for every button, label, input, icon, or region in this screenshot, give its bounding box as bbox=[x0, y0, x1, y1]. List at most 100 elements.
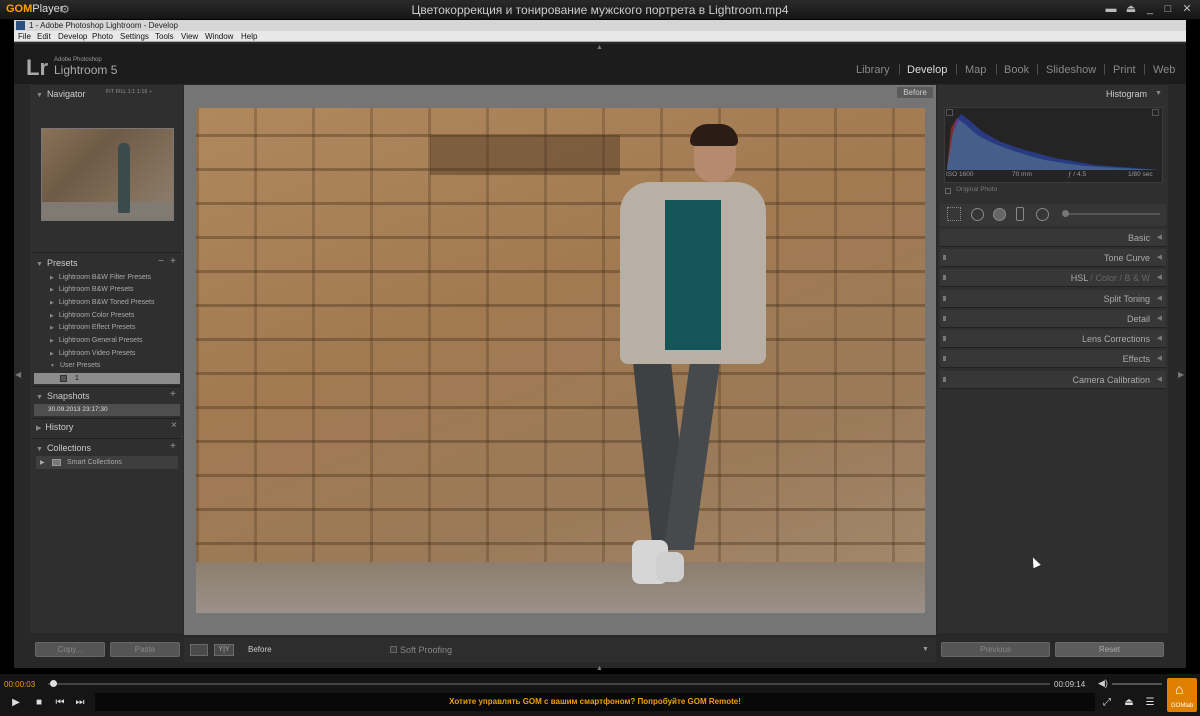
histogram-panel-header[interactable]: Histogram bbox=[1106, 89, 1147, 99]
iso-value: ISO 1600 bbox=[946, 171, 974, 178]
spot-removal-icon[interactable] bbox=[971, 208, 984, 221]
clear-history-button[interactable]: × bbox=[171, 420, 177, 431]
basic-section[interactable]: Basic ◀ bbox=[940, 229, 1166, 247]
graduated-filter-icon[interactable] bbox=[1016, 207, 1024, 221]
maximize-icon[interactable]: □ bbox=[1159, 2, 1177, 17]
navigator-zoom-options[interactable]: FIT FILL 1:1 1:16 ÷ bbox=[106, 89, 152, 95]
remove-preset-button[interactable]: − bbox=[158, 256, 164, 267]
soft-proofing-checkbox[interactable] bbox=[390, 646, 397, 653]
collapse-icon[interactable]: ▼ bbox=[1155, 90, 1162, 97]
panel-switch-icon[interactable] bbox=[943, 296, 946, 301]
eject-icon[interactable]: ⏏ bbox=[1122, 697, 1136, 709]
camera-calibration-section[interactable]: Camera Calibration ◀ bbox=[940, 371, 1166, 389]
volume-slider[interactable] bbox=[1112, 683, 1162, 685]
shadow-clipping-icon[interactable] bbox=[946, 109, 953, 116]
gear-icon[interactable]: ⚙ bbox=[60, 3, 70, 16]
snapshots-panel-header[interactable]: ▼ Snapshots bbox=[36, 389, 89, 403]
preset-folder[interactable]: ▶ Lightroom B&W Presets bbox=[50, 284, 134, 296]
effects-section[interactable]: Effects ◀ bbox=[940, 350, 1166, 368]
volume-icon[interactable]: ◀) bbox=[1098, 678, 1108, 689]
menu-view[interactable]: View bbox=[181, 31, 198, 42]
menu-tools[interactable]: Tools bbox=[155, 31, 174, 42]
panel-switch-icon[interactable] bbox=[943, 377, 946, 382]
top-panel-toggle-icon[interactable]: ▲ bbox=[596, 44, 603, 51]
history-panel-header[interactable]: ▶ History bbox=[36, 420, 73, 434]
playlist-icon[interactable]: ☰ bbox=[1143, 697, 1157, 709]
highlight-clipping-icon[interactable] bbox=[1152, 109, 1159, 116]
preset-folder[interactable]: ▶ Lightroom Video Presets bbox=[50, 348, 135, 360]
play-icon[interactable]: ▶ bbox=[9, 697, 23, 709]
copy-button[interactable]: Copy... bbox=[35, 642, 105, 657]
add-snapshot-button[interactable]: + bbox=[170, 389, 176, 400]
previous-track-icon[interactable]: ⏮ bbox=[53, 697, 67, 709]
toolbar-options-icon[interactable]: ▼ bbox=[922, 646, 929, 653]
module-develop[interactable]: Develop bbox=[907, 64, 947, 76]
seek-bar[interactable] bbox=[48, 683, 1050, 685]
add-preset-button[interactable]: + bbox=[170, 256, 176, 267]
menu-icon[interactable]: ▬ bbox=[1102, 2, 1120, 17]
adjustment-brush-slider[interactable] bbox=[1064, 213, 1160, 215]
navigator-panel-header[interactable]: ▼ Navigator bbox=[36, 87, 85, 101]
close-icon[interactable]: ✕ bbox=[1178, 2, 1196, 17]
left-panel-toggle-icon[interactable]: ◀ bbox=[15, 370, 21, 379]
portrait-photo[interactable] bbox=[196, 108, 925, 613]
color-tab[interactable]: Color bbox=[1095, 273, 1117, 283]
panel-switch-icon[interactable] bbox=[943, 316, 946, 321]
module-library[interactable]: Library bbox=[856, 64, 890, 76]
bw-tab[interactable]: B & W bbox=[1124, 273, 1150, 283]
module-web[interactable]: Web bbox=[1153, 64, 1175, 76]
previous-button[interactable]: Previous bbox=[941, 642, 1050, 657]
loupe-view-button[interactable] bbox=[190, 644, 208, 656]
menu-file[interactable]: File bbox=[18, 31, 31, 42]
red-eye-icon[interactable] bbox=[993, 208, 1006, 221]
split-toning-section[interactable]: Split Toning ◀ bbox=[940, 290, 1166, 308]
reset-button[interactable]: Reset bbox=[1055, 642, 1164, 657]
presets-panel-header[interactable]: ▼ Presets bbox=[36, 256, 77, 270]
lens-corrections-section[interactable]: Lens Corrections ◀ bbox=[940, 330, 1166, 348]
panel-switch-icon[interactable] bbox=[943, 255, 946, 260]
tone-curve-section[interactable]: Tone Curve ◀ bbox=[940, 249, 1166, 267]
gom-logo[interactable]: GOMPlayer bbox=[6, 3, 63, 15]
filmstrip-toggle-icon[interactable]: ▲ bbox=[596, 665, 603, 672]
menu-photo[interactable]: Photo bbox=[92, 31, 113, 42]
paste-button[interactable]: Paste bbox=[110, 642, 180, 657]
menu-settings[interactable]: Settings bbox=[120, 31, 149, 42]
promo-banner[interactable]: Хотите управлять GOM с вашим смартфоном?… bbox=[95, 693, 1095, 711]
screen-ratio-icon[interactable]: ⤢ bbox=[1100, 697, 1114, 709]
module-book[interactable]: Book bbox=[1004, 64, 1029, 76]
next-track-icon[interactable]: ⏭ bbox=[73, 697, 87, 709]
expand-icon[interactable]: ▶ bbox=[40, 459, 45, 466]
menu-develop[interactable]: Develop bbox=[58, 31, 87, 42]
slider-knob[interactable] bbox=[1062, 210, 1069, 217]
detail-section[interactable]: Detail ◀ bbox=[940, 310, 1166, 328]
stop-icon[interactable]: ■ bbox=[32, 697, 46, 709]
before-after-button[interactable]: Y|Y bbox=[214, 644, 234, 656]
pin-icon[interactable]: ⏏ bbox=[1122, 2, 1140, 17]
preset-folder[interactable]: ▶ Lightroom Color Presets bbox=[50, 310, 134, 322]
preset-folder[interactable]: ▶ Lightroom Effect Presets bbox=[50, 322, 135, 334]
preset-folder[interactable]: ▶ Lightroom B&W Toned Presets bbox=[50, 297, 154, 309]
crop-overlay-icon[interactable] bbox=[947, 207, 961, 221]
panel-switch-icon[interactable] bbox=[943, 275, 946, 280]
hsl-tab[interactable]: HSL bbox=[1071, 273, 1088, 283]
module-slideshow[interactable]: Slideshow bbox=[1046, 64, 1096, 76]
right-panel-toggle-icon[interactable]: ▶ bbox=[1178, 370, 1184, 379]
original-photo-checkbox[interactable] bbox=[945, 188, 951, 194]
preset-folder[interactable]: ▶ Lightroom B&W Filter Presets bbox=[50, 272, 151, 284]
preset-folder-user[interactable]: ▼ User Presets bbox=[50, 360, 100, 372]
add-collection-button[interactable]: + bbox=[170, 441, 176, 452]
minimize-icon[interactable]: _ bbox=[1141, 2, 1159, 17]
menu-edit[interactable]: Edit bbox=[37, 31, 51, 42]
hsl-section[interactable]: HSL / Color / B & W ◀ bbox=[940, 269, 1166, 287]
seek-knob[interactable] bbox=[50, 680, 57, 687]
collections-panel-header[interactable]: ▼ Collections bbox=[36, 441, 91, 455]
radial-filter-icon[interactable] bbox=[1036, 208, 1049, 221]
preset-folder[interactable]: ▶ Lightroom General Presets bbox=[50, 335, 143, 347]
menu-help[interactable]: Help bbox=[241, 31, 257, 42]
module-map[interactable]: Map bbox=[965, 64, 986, 76]
user-preset-item[interactable] bbox=[34, 373, 180, 384]
menu-window[interactable]: Window bbox=[205, 31, 233, 42]
module-print[interactable]: Print bbox=[1113, 64, 1136, 76]
panel-switch-icon[interactable] bbox=[943, 356, 946, 361]
panel-switch-icon[interactable] bbox=[943, 336, 946, 341]
